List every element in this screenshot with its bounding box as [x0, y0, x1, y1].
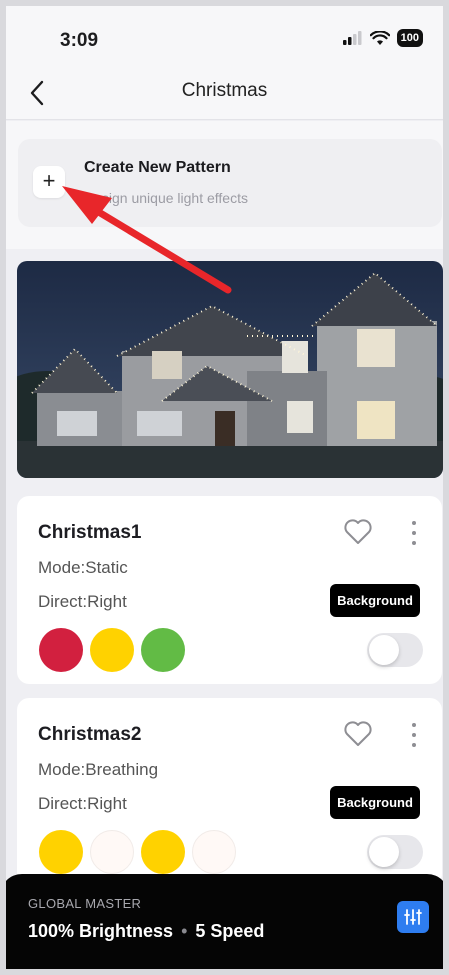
- pattern-card-christmas2[interactable]: Christmas2 Mode:Breathing Direct:Right B…: [17, 698, 442, 886]
- pattern-direction: Direct:Right: [38, 592, 127, 611]
- brightness-value: 100% Brightness: [28, 921, 174, 941]
- background-button[interactable]: Background: [330, 584, 420, 617]
- sliders-icon[interactable]: [397, 901, 429, 933]
- nav-bar: Christmas: [0, 70, 449, 120]
- status-icons: 100: [342, 29, 423, 47]
- pattern-direction: Direct:Right: [38, 794, 127, 813]
- speed-value: 5 Speed: [195, 921, 265, 941]
- create-pattern-card[interactable]: + Create New Pattern Design unique light…: [18, 139, 442, 227]
- color-swatch[interactable]: [39, 628, 83, 672]
- more-vertical-icon[interactable]: [405, 518, 423, 548]
- create-pattern-subtitle: Design unique light effects: [84, 190, 248, 206]
- create-pattern-title: Create New Pattern: [84, 159, 231, 176]
- toggle-knob: [369, 635, 399, 665]
- page-title: Christmas: [181, 80, 268, 101]
- wifi-icon: [369, 30, 390, 45]
- pattern-toggle[interactable]: [367, 633, 423, 667]
- signal-icon: [342, 31, 362, 45]
- status-bar: 3:09 100: [0, 0, 449, 70]
- color-swatch[interactable]: [90, 830, 134, 874]
- color-swatch[interactable]: [39, 830, 83, 874]
- battery-icon: 100: [396, 29, 423, 47]
- status-time: 3:09: [60, 30, 99, 51]
- global-master-label: GLOBAL MASTER: [28, 896, 142, 911]
- heart-outline-icon[interactable]: [343, 720, 373, 748]
- pattern-name: Christmas2: [38, 724, 142, 745]
- global-master-bar[interactable]: GLOBAL MASTER 100% Brightness • 5 Speed: [0, 874, 449, 975]
- pattern-card-christmas1[interactable]: Christmas1 Mode:Static Direct:Right Back…: [17, 496, 442, 684]
- heart-outline-icon[interactable]: [343, 518, 373, 546]
- color-swatch[interactable]: [141, 830, 185, 874]
- pattern-name: Christmas1: [38, 522, 142, 543]
- pattern-mode: Mode:Breathing: [38, 760, 159, 779]
- color-swatch[interactable]: [141, 628, 185, 672]
- color-swatches: [39, 830, 236, 874]
- background-button[interactable]: Background: [330, 786, 420, 819]
- more-vertical-icon[interactable]: [405, 720, 423, 750]
- plus-icon[interactable]: +: [33, 166, 65, 198]
- pattern-toggle[interactable]: [367, 835, 423, 869]
- global-master-stats: 100% Brightness • 5 Speed: [28, 921, 264, 942]
- color-swatch[interactable]: [192, 830, 236, 874]
- pattern-mode: Mode:Static: [38, 558, 128, 577]
- color-swatches: [39, 628, 185, 672]
- separator-dot: •: [181, 921, 188, 941]
- house-lights-image: [17, 261, 443, 478]
- color-swatch[interactable]: [90, 628, 134, 672]
- toggle-knob: [369, 837, 399, 867]
